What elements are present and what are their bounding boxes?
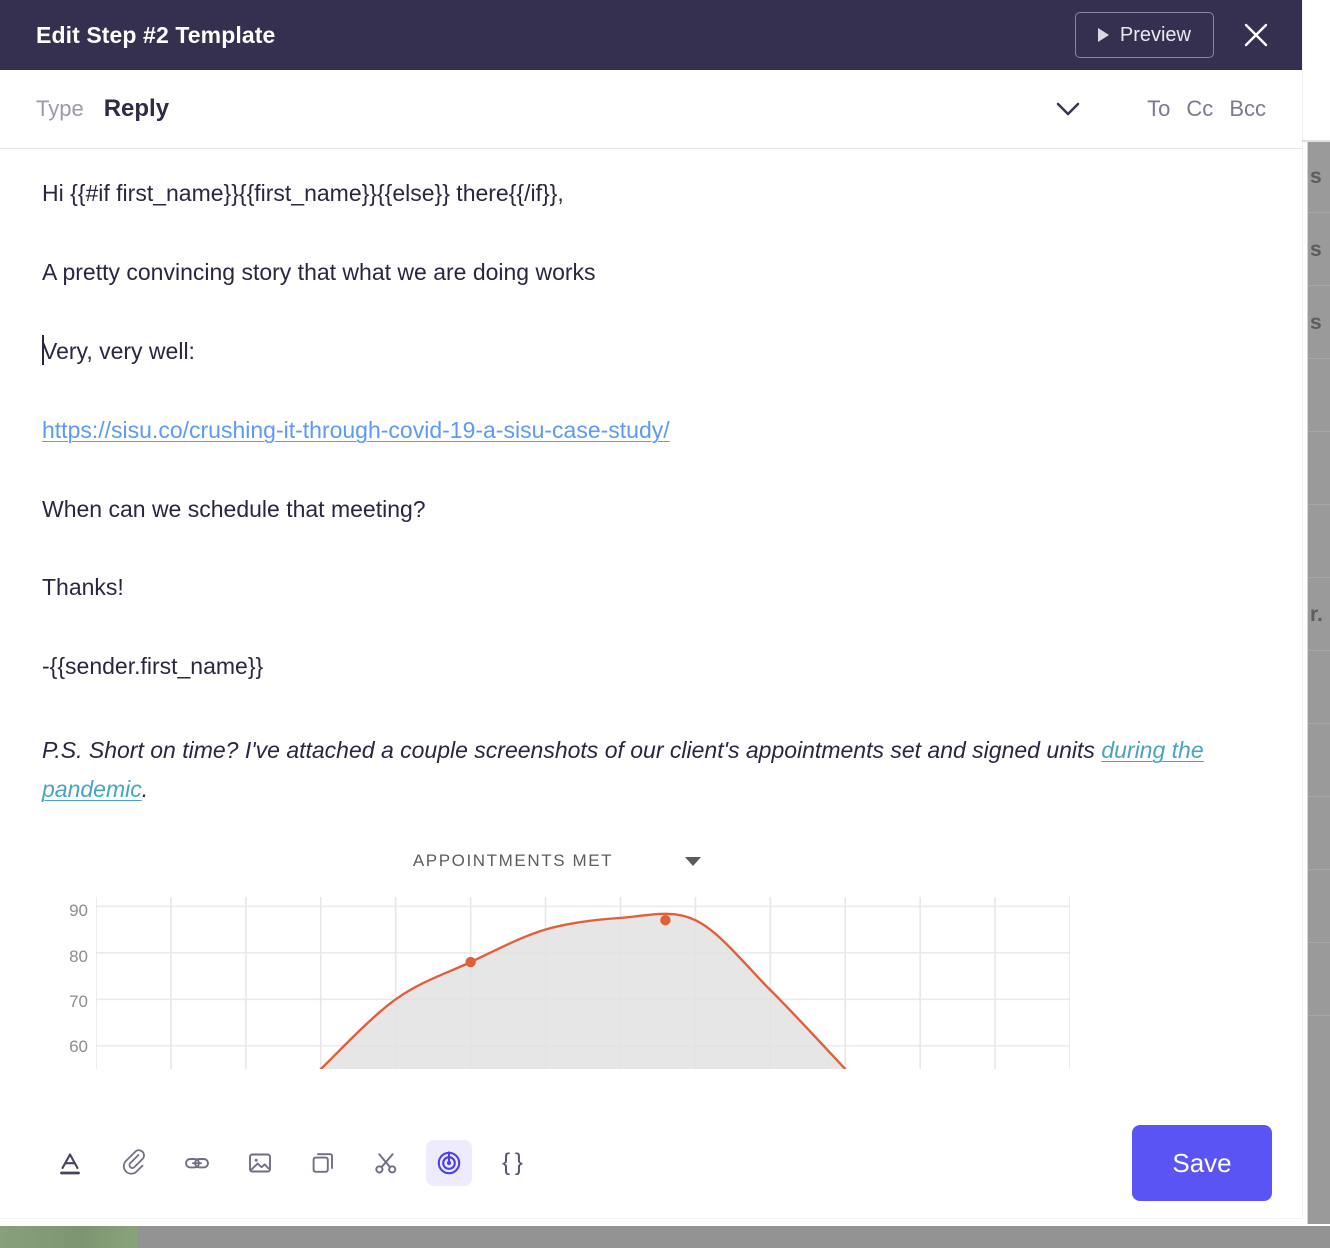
chart-title: APPOINTMENTS MET	[412, 851, 614, 871]
background-row: s	[1308, 286, 1330, 359]
y-tick-label: 90	[69, 901, 88, 921]
background-row: s	[1308, 140, 1330, 213]
background-row: s	[1308, 213, 1330, 286]
modal-header: Edit Step #2 Template Preview	[0, 0, 1302, 70]
bcc-field-toggle[interactable]: Bcc	[1229, 96, 1266, 122]
preview-button-label: Preview	[1119, 23, 1191, 46]
page-title: Edit Step #2 Template	[36, 21, 276, 48]
close-button[interactable]	[1230, 9, 1282, 61]
chart-metric-dropdown[interactable]	[685, 856, 702, 866]
chart-svg	[96, 897, 1070, 1070]
background-row: r.	[1308, 578, 1330, 651]
email-body-editor[interactable]: Hi {{#if first_name}}{{first_name}}{{els…	[0, 149, 1302, 1108]
duplicate-button[interactable]	[300, 1140, 346, 1186]
play-icon	[1097, 28, 1109, 42]
postscript-text: P.S. Short on time? I've attached a coup…	[42, 737, 1102, 764]
type-dropdown-toggle[interactable]	[1055, 101, 1081, 117]
cc-field-toggle[interactable]: Cc	[1186, 96, 1213, 122]
text-format-icon	[60, 1153, 80, 1175]
background-row	[1308, 797, 1330, 870]
type-value[interactable]: Reply	[104, 95, 169, 123]
editor-toolbar: { } Save	[0, 1108, 1302, 1218]
save-button[interactable]: Save	[1132, 1125, 1272, 1201]
background-row	[1308, 505, 1330, 578]
text-format-button[interactable]	[48, 1140, 94, 1186]
background-row	[1308, 432, 1330, 505]
paperclip-icon	[122, 1149, 145, 1175]
snippet-cut-button[interactable]	[363, 1140, 409, 1186]
scissors-icon	[375, 1153, 397, 1174]
type-label: Type	[36, 96, 84, 121]
body-paragraph: When can we schedule that meeting?	[42, 495, 426, 522]
appointments-chart: APPOINTMENTS MET 90 80 70 60	[44, 843, 1070, 1070]
browser-status-strip	[0, 1226, 1330, 1248]
background-row	[1308, 651, 1330, 724]
duplicate-icon	[312, 1153, 333, 1173]
background-row	[1308, 870, 1330, 943]
link-icon	[185, 1158, 209, 1169]
background-top-rule	[1300, 140, 1330, 142]
y-tick-label: 60	[69, 1037, 88, 1057]
body-paragraph: Hi {{#if first_name}}{{first_name}}{{els…	[42, 180, 564, 206]
close-icon	[1244, 23, 1268, 47]
y-tick-label: 80	[69, 947, 88, 967]
type-row: Type Reply To Cc Bcc	[0, 70, 1302, 149]
recipient-fields: To Cc Bcc	[1147, 96, 1266, 122]
background-row	[1308, 359, 1330, 432]
progress-indicator	[0, 1226, 137, 1248]
chart-y-axis: 90 80 70 60	[44, 897, 96, 1069]
tracking-icon	[437, 1151, 461, 1175]
attachment-button[interactable]	[111, 1140, 157, 1186]
chevron-down-icon	[1056, 102, 1080, 116]
body-link-paragraph: https://sisu.co/crushing-it-through-covi…	[42, 416, 1266, 446]
insert-image-button[interactable]	[237, 1140, 283, 1186]
chart-header: APPOINTMENTS MET	[44, 843, 1070, 879]
chart-canvas	[96, 897, 1070, 1070]
edit-template-modal: Edit Step #2 Template Preview Type Reply…	[0, 0, 1302, 1218]
insert-link-button[interactable]	[174, 1140, 220, 1186]
background-row	[1308, 724, 1330, 797]
body-paragraph: Very, very well:	[42, 337, 195, 364]
body-paragraph: -{{sender.first_name}}	[42, 653, 264, 680]
body-paragraph: A pretty convincing story that what we a…	[42, 258, 596, 285]
merge-field-button[interactable]: { }	[489, 1140, 535, 1186]
case-study-link[interactable]: https://sisu.co/crushing-it-through-covi…	[42, 417, 670, 443]
postscript-paragraph: P.S. Short on time? I've attached a coup…	[42, 731, 1266, 809]
tracking-button[interactable]	[426, 1140, 472, 1186]
toolbar-icon-group: { }	[48, 1140, 535, 1186]
chart-plot-area: 90 80 70 60	[44, 897, 1070, 1070]
postscript-tail: .	[141, 776, 149, 803]
y-tick-label: 70	[69, 992, 88, 1012]
background-table: s s s r.	[1308, 140, 1330, 1224]
background-row	[1308, 943, 1330, 1016]
preview-button[interactable]: Preview	[1074, 12, 1214, 58]
braces-icon: { }	[502, 1149, 523, 1176]
to-field-toggle[interactable]: To	[1147, 96, 1170, 122]
image-icon	[249, 1153, 271, 1173]
body-paragraph: Thanks!	[42, 574, 124, 601]
